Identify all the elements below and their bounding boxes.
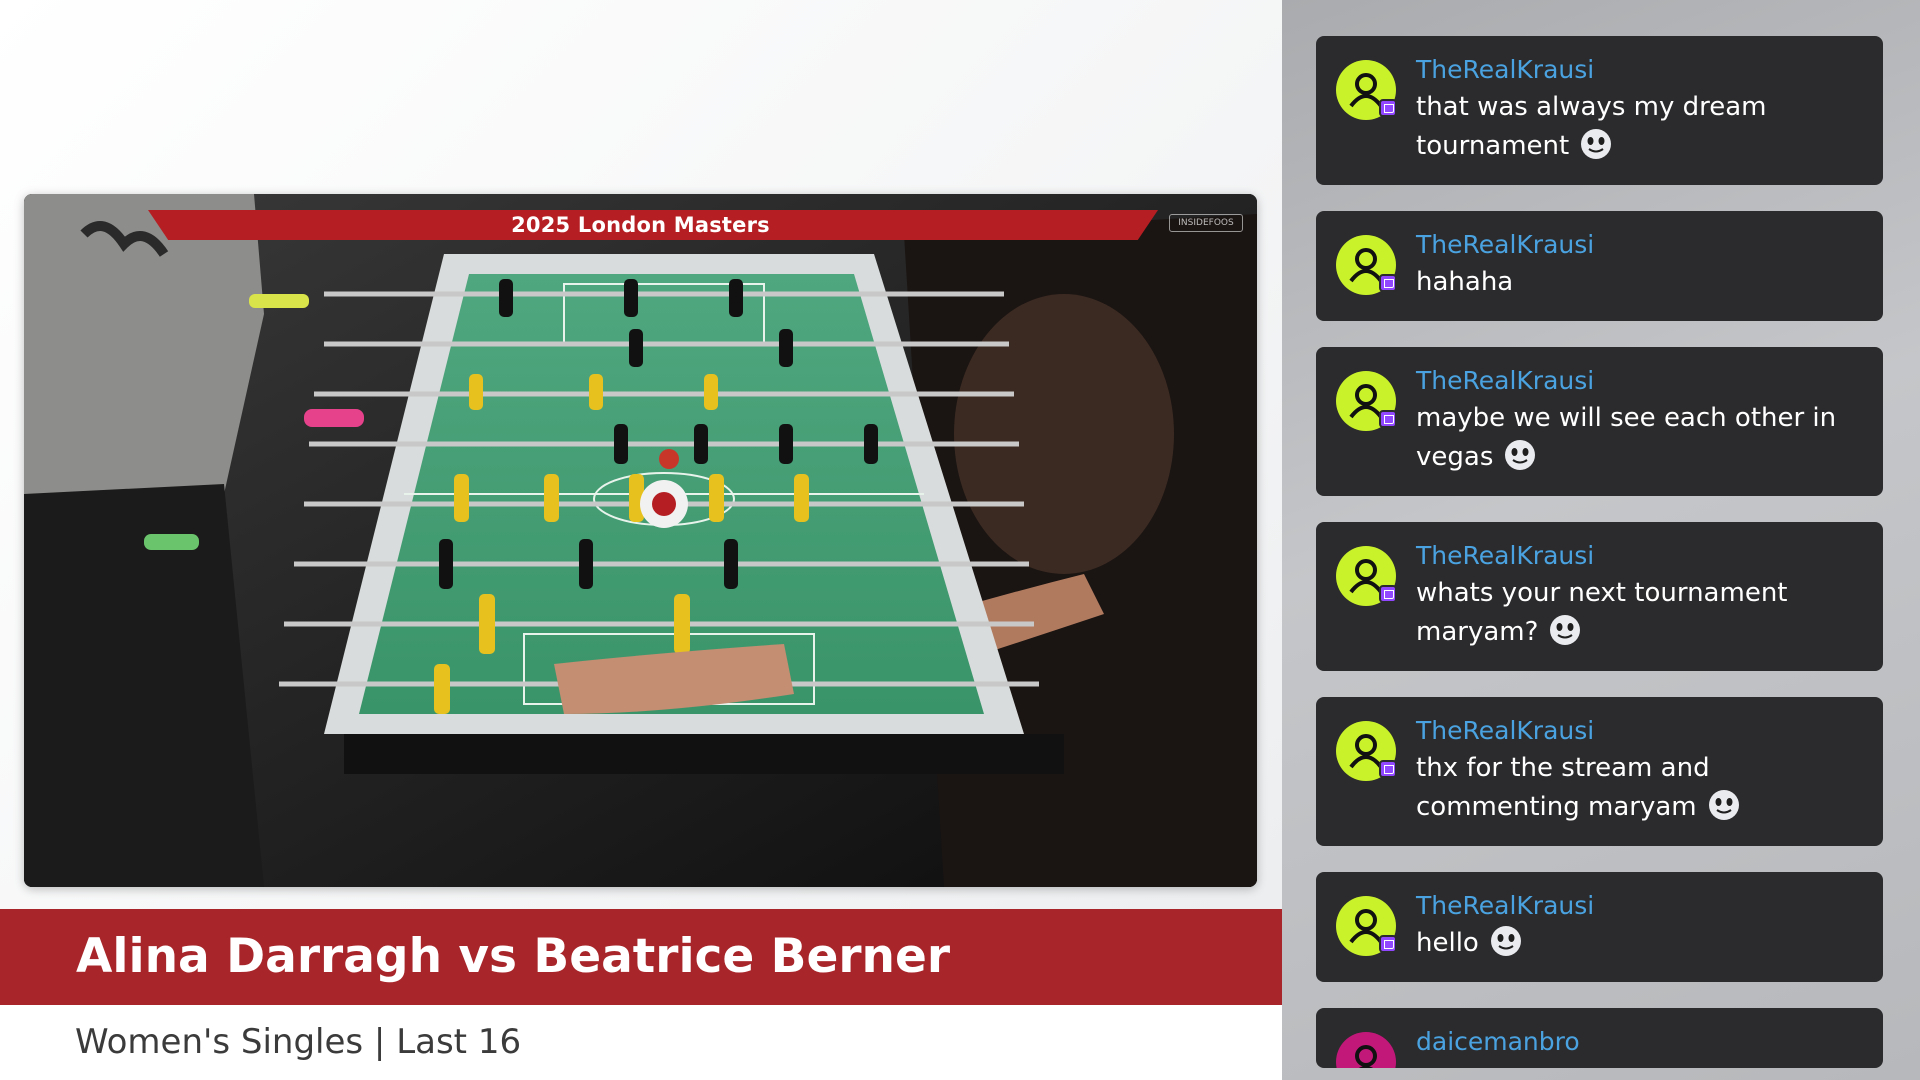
broadcaster-watermark: INSIDEFOOS bbox=[1169, 214, 1243, 232]
foosball-video-frame bbox=[24, 194, 1257, 887]
match-title: Alina Darragh vs Beatrice Berner bbox=[76, 929, 951, 984]
chat-text: whats your next tournament maryam? bbox=[1416, 574, 1863, 652]
twitch-badge-icon bbox=[1379, 99, 1397, 117]
chat-message: TheRealKrausi maybe we will see each oth… bbox=[1316, 347, 1883, 496]
chat-message: TheRealKrausi that was always my dream t… bbox=[1316, 36, 1883, 185]
chat-text-content: whats your next tournament maryam? bbox=[1416, 578, 1788, 647]
smile-emote-icon bbox=[1581, 128, 1612, 159]
twitch-badge-icon bbox=[1379, 410, 1397, 428]
twitch-badge-icon bbox=[1379, 585, 1397, 603]
user-avatar bbox=[1336, 235, 1397, 295]
twitch-badge-icon bbox=[1379, 935, 1397, 953]
user-avatar bbox=[1336, 371, 1397, 431]
match-subtitle-bar: Women's Singles | Last 16 bbox=[0, 1005, 1282, 1080]
chat-username[interactable]: daicemanbro bbox=[1416, 1024, 1863, 1060]
twitch-badge-icon bbox=[1379, 274, 1397, 292]
broadcast-stage: 2025 London Masters INSIDEFOOS Alina Dar… bbox=[0, 0, 1282, 1080]
chat-message: TheRealKrausi hahaha bbox=[1316, 211, 1883, 321]
chat-message-list[interactable]: TheRealKrausi that was always my dream t… bbox=[1316, 36, 1883, 1068]
user-avatar bbox=[1336, 896, 1397, 956]
chat-message: daicemanbro bbox=[1316, 1008, 1883, 1068]
tournament-banner-title: 2025 London Masters bbox=[511, 213, 770, 237]
user-avatar bbox=[1336, 1032, 1396, 1068]
chat-text: thx for the stream and commenting maryam bbox=[1416, 749, 1863, 827]
user-avatar bbox=[1336, 546, 1397, 606]
chat-username[interactable]: TheRealKrausi bbox=[1416, 888, 1863, 924]
match-title-bar: Alina Darragh vs Beatrice Berner bbox=[0, 909, 1282, 1005]
match-subtitle: Women's Singles | Last 16 bbox=[75, 1022, 522, 1062]
chat-text: that was always my dream tournament bbox=[1416, 88, 1863, 166]
chat-panel: TheRealKrausi that was always my dream t… bbox=[1282, 0, 1920, 1080]
video-player[interactable]: 2025 London Masters INSIDEFOOS bbox=[24, 194, 1257, 887]
smile-emote-icon bbox=[1490, 925, 1521, 956]
smile-emote-icon bbox=[1708, 789, 1739, 820]
chat-text: hahaha bbox=[1416, 263, 1863, 302]
chat-username[interactable]: TheRealKrausi bbox=[1416, 538, 1863, 574]
chat-username[interactable]: TheRealKrausi bbox=[1416, 227, 1863, 263]
user-avatar bbox=[1336, 60, 1397, 120]
chat-text-content: hello bbox=[1416, 928, 1479, 958]
chat-text-content: hahaha bbox=[1416, 267, 1514, 297]
user-silhouette-icon bbox=[1355, 1045, 1377, 1068]
chat-text-content: maybe we will see each other in vegas bbox=[1416, 403, 1837, 472]
chat-username[interactable]: TheRealKrausi bbox=[1416, 363, 1863, 399]
chat-username[interactable]: TheRealKrausi bbox=[1416, 713, 1863, 749]
chat-message: TheRealKrausi hello bbox=[1316, 872, 1883, 982]
chat-username[interactable]: TheRealKrausi bbox=[1416, 52, 1863, 88]
user-avatar bbox=[1336, 721, 1397, 781]
smile-emote-icon bbox=[1550, 614, 1581, 645]
chat-message: TheRealKrausi whats your next tournament… bbox=[1316, 522, 1883, 671]
smile-emote-icon bbox=[1505, 439, 1536, 470]
chat-text: hello bbox=[1416, 924, 1863, 963]
chat-text: maybe we will see each other in vegas bbox=[1416, 399, 1863, 477]
twitch-badge-icon bbox=[1379, 760, 1397, 778]
chat-text-content: thx for the stream and commenting maryam bbox=[1416, 753, 1710, 822]
chat-message: TheRealKrausi thx for the stream and com… bbox=[1316, 697, 1883, 846]
